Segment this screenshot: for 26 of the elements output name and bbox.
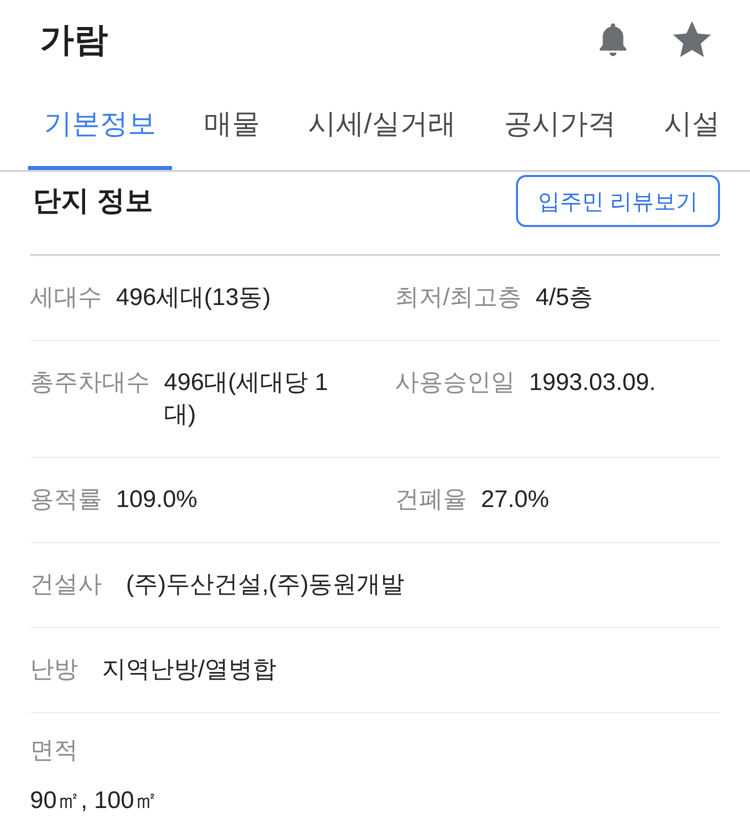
field-value: 지역난방/열병합: [102, 655, 277, 685]
field-value: 90㎡, 100㎡: [30, 786, 160, 816]
field-label: 난방: [30, 655, 78, 685]
tab[interactable]: 시세/실거래: [292, 80, 472, 170]
field-label: 세대수: [30, 283, 102, 313]
field-value: (주)두산건설,(주)동원개발: [126, 570, 405, 600]
field-value: 109.0%: [116, 485, 198, 515]
section-title: 단지 정보: [32, 184, 153, 218]
tab[interactable]: 기본정보: [28, 80, 172, 170]
field-label: 최저/최고층: [395, 283, 522, 313]
field-label: 건설사: [30, 570, 102, 600]
field-value: 4/5층: [536, 283, 594, 313]
field-label: 용적률: [30, 485, 102, 515]
tab[interactable]: 매물: [188, 80, 276, 170]
field-label: 총주차대수: [30, 368, 150, 398]
field-label: 면적: [30, 736, 79, 766]
field-value: 1993.03.09.: [529, 368, 656, 398]
field-value: 27.0%: [481, 485, 550, 515]
page-title: 가람: [40, 20, 108, 60]
field-label: 건폐율: [395, 485, 467, 515]
field-value: 496세대(13동): [116, 283, 271, 313]
field-value: 496대(세대당 1 대): [164, 368, 330, 430]
resident-review-button[interactable]: 입주민 리뷰보기: [516, 175, 720, 227]
tab[interactable]: 공시가격: [488, 80, 632, 170]
field-label: 사용승인일: [395, 368, 515, 398]
tab[interactable]: 시설: [648, 80, 736, 170]
